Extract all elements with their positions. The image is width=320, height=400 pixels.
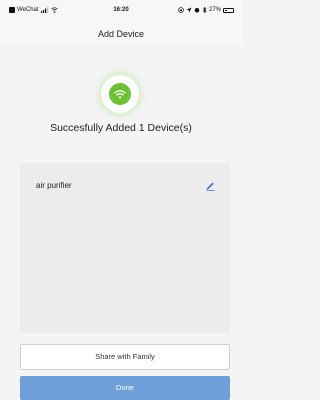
pencil-icon[interactable]	[204, 179, 216, 191]
alarm-icon	[194, 7, 200, 13]
location-icon	[186, 7, 192, 13]
bluetooth-icon	[202, 7, 207, 13]
battery-percent: 27%	[208, 7, 221, 13]
status-bar: WeChat 16:20 27%	[0, 0, 242, 22]
battery-icon	[223, 7, 234, 13]
success-message: Succesfully Added 1 Device(s)	[50, 122, 192, 134]
share-with-family-button[interactable]: Share with Family	[20, 344, 230, 370]
device-list: air purifier	[20, 163, 230, 333]
wifi-icon	[109, 83, 131, 105]
success-icon-ring	[101, 75, 139, 113]
done-button[interactable]: Done	[20, 376, 230, 400]
list-item[interactable]: air purifier	[20, 173, 230, 197]
page-title: Add Device	[0, 22, 242, 46]
status-right: 27%	[178, 7, 234, 13]
device-name: air purifier	[36, 181, 72, 190]
lock-rotation-icon	[178, 7, 184, 13]
